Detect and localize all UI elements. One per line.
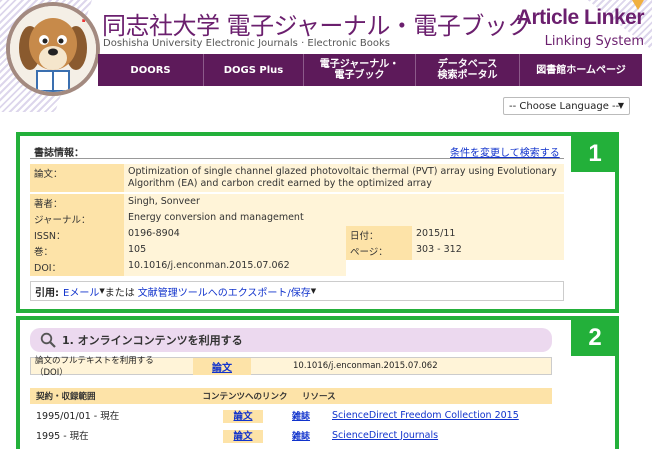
biblio-row-doi: DOI： 10.1016/j.enconman.2015.07.062 [30, 258, 346, 277]
caret-down-icon[interactable]: ▼ [311, 287, 316, 295]
journal-link[interactable]: 雑誌 [292, 409, 332, 422]
language-select-value: -- Choose Language -- [509, 100, 620, 112]
fulltext-doi: 10.1016/j.enconman.2015.07.062 [293, 361, 438, 371]
table-row: 1995/01/01 - 現在 論文 雑誌 ScienceDirect Free… [30, 407, 552, 423]
fulltext-row: 論文のフルテキストを利用する（DOI） 論文 10.1016/j.enconma… [30, 356, 552, 378]
article-link[interactable]: 論文 [223, 430, 263, 443]
brand-title: Article Linker [516, 6, 645, 29]
citation-bar: 引用: Eメール ▼ または 文献管理ツールへのエクスポート/保存 ▼ [30, 281, 564, 301]
journal-link[interactable]: 雑誌 [292, 429, 332, 442]
fulltext-label: 論文のフルテキストを利用する（DOI） [35, 356, 154, 378]
mascot-logo[interactable]: ! [6, 2, 100, 96]
nav-dogs-plus[interactable]: DOGS Plus [204, 54, 304, 86]
doi-value: 10.1016/j.enconman.2015.07.062 [124, 258, 346, 276]
biblio-row-article: 論文： Optimization of single channel glaze… [30, 164, 564, 193]
nav-database-portal[interactable]: データベース 検索ポータル [416, 54, 520, 86]
site-subtitle: Doshisha University Electronic Journals … [103, 38, 390, 49]
export-link[interactable]: 文献管理ツールへのエクスポート/保存 [138, 284, 311, 299]
divider [30, 158, 564, 159]
biblio-label: ページ： [346, 242, 412, 260]
nav-ejournals[interactable]: 電子ジャーナル・ 電子ブック [304, 54, 416, 86]
resource-link[interactable]: ScienceDirect Journals [332, 430, 552, 441]
range-cell: 1995/01/01 - 現在 [36, 411, 120, 422]
nav-library-home[interactable]: 図書館ホームページ [520, 54, 642, 86]
article-cell: 論文 [194, 408, 292, 423]
dog-mascot-icon: ! [10, 6, 96, 92]
arrow-icon [632, 0, 644, 10]
article-cell: 論文 [194, 428, 292, 443]
table-header: 契約・収録範囲 コンテンツへのリンク リソース [30, 388, 552, 404]
chevron-down-icon: ▼ [617, 101, 624, 110]
range-cell: 1995 - 現在 [36, 431, 89, 442]
article-title: Optimization of single channel glazed ph… [124, 164, 564, 192]
email-link[interactable]: Eメール [63, 284, 99, 299]
brand-subtitle: Linking System [544, 34, 644, 49]
nav-doors[interactable]: DOORS [98, 54, 204, 86]
fulltext-article-link[interactable]: 論文 [193, 357, 251, 375]
column-header: リソース [302, 392, 336, 402]
column-header: 契約・収録範囲 [36, 392, 96, 402]
resource-link[interactable]: ScienceDirect Freedom Collection 2015 [332, 410, 552, 421]
online-heading: 1. オンラインコンテンツを利用する [62, 334, 243, 347]
main-nav: DOORS DOGS Plus 電子ジャーナル・ 電子ブック データベース 検索… [98, 54, 642, 86]
pages-value: 303 - 312 [412, 242, 564, 260]
page: ! 同志社大学 電子ジャーナル・電子ブック Doshisha Universit… [0, 0, 652, 449]
article-link[interactable]: 論文 [223, 410, 263, 423]
table-row: 1995 - 現在 論文 雑誌 ScienceDirect Journals [30, 427, 552, 443]
biblio-label: DOI： [30, 258, 124, 276]
column-header: コンテンツへのリンク [202, 392, 288, 402]
search-icon [40, 332, 56, 348]
biblio-label: 論文： [30, 164, 124, 192]
biblio-heading: 書誌情報： [34, 148, 84, 159]
site-title: 同志社大学 電子ジャーナル・電子ブック [102, 12, 531, 40]
language-select[interactable]: -- Choose Language -- ▼ [503, 97, 630, 115]
online-content-header: 1. オンラインコンテンツを利用する [30, 328, 552, 352]
step-badge-2: 2 [571, 320, 619, 356]
modify-search-link[interactable]: 条件を変更して検索する [450, 144, 560, 159]
step-badge-1: 1 [571, 136, 619, 172]
or-text: または [104, 287, 135, 299]
citation-label: 引用: [35, 287, 59, 299]
